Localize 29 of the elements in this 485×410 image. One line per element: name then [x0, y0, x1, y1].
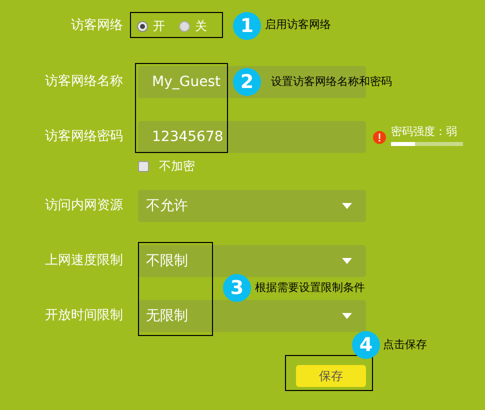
- save-button[interactable]: 保存: [296, 365, 366, 387]
- step-number-badge: 3: [223, 274, 251, 302]
- checkbox-label: 不加密: [159, 158, 195, 175]
- radio-option[interactable]: 开: [137, 17, 165, 35]
- field-label: 上网速度限制: [45, 252, 123, 270]
- step-number-badge: 2: [233, 68, 261, 96]
- dropdown[interactable]: 不允许: [138, 190, 366, 222]
- dropdown-caret-icon: [342, 313, 352, 319]
- password-strength-text: 密码强度：弱: [391, 124, 458, 140]
- warning-icon: [373, 130, 386, 144]
- annotation-text: 根据需要设置限制条件: [255, 280, 365, 296]
- annotation-text: 启用访客网络: [265, 17, 331, 33]
- radio-option[interactable]: 关: [179, 17, 207, 35]
- dropdown[interactable]: 无限制: [138, 300, 366, 332]
- annotation-text: 点击保存: [383, 337, 427, 353]
- annotation-text: 设置访客网络名称和密码: [271, 74, 392, 90]
- step-number-badge: 4: [352, 331, 380, 359]
- dropdown-caret-icon: [342, 258, 352, 264]
- field-label: 开放时间限制: [45, 307, 123, 326]
- step-number-badge: 1: [233, 12, 261, 40]
- field-label: 访问内网资源: [45, 197, 123, 216]
- dropdown-caret-icon: [342, 203, 352, 209]
- network-name-field[interactable]: My_Guest: [138, 66, 230, 98]
- field-label: 访客网络密码: [45, 128, 123, 146]
- field-label: 访客网络: [71, 17, 123, 36]
- checkbox[interactable]: [138, 160, 149, 172]
- field-label: 访客网络名称: [45, 73, 123, 92]
- password-field[interactable]: 12345678: [138, 121, 366, 153]
- dropdown[interactable]: 不限制: [138, 245, 366, 277]
